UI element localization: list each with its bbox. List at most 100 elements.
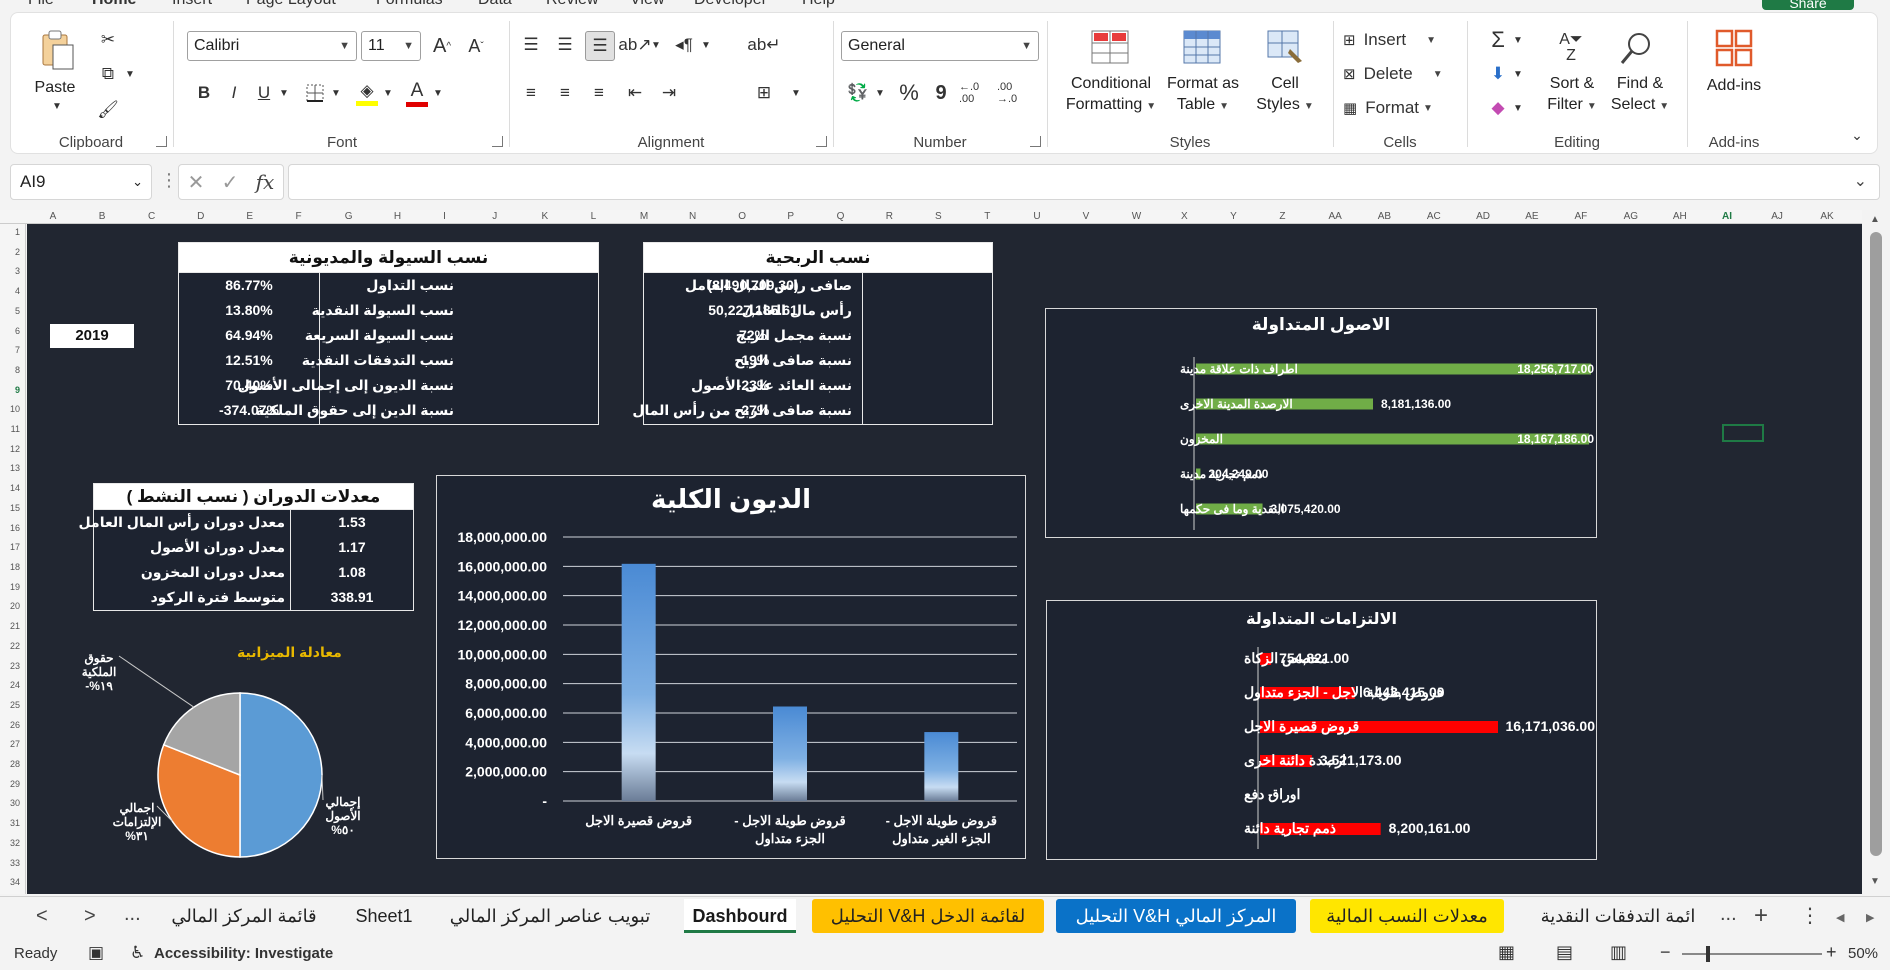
row-header[interactable]: 23 [10, 661, 20, 671]
sheet-tab[interactable]: ائمة التدفقات النقدية [1520, 899, 1716, 933]
borders-icon[interactable] [301, 79, 329, 107]
page-layout-view-icon[interactable]: ▤ [1556, 942, 1573, 963]
column-header[interactable]: Z [1279, 211, 1285, 222]
column-header[interactable]: K [541, 211, 548, 222]
zoom-slider-thumb[interactable] [1706, 946, 1710, 962]
scrollbar-thumb[interactable] [1870, 232, 1882, 856]
merge-center-icon[interactable]: ⊞ [749, 79, 779, 107]
row-header[interactable]: 8 [15, 365, 20, 375]
decrease-font-icon[interactable]: Aˇ [461, 33, 491, 59]
find-select-button[interactable]: Find & Select ▼ [1605, 73, 1675, 117]
conditional-formatting-button[interactable]: Conditional Formatting ▼ [1061, 73, 1161, 117]
column-header[interactable]: C [148, 211, 155, 222]
column-header[interactable]: I [443, 211, 446, 222]
accessibility-icon[interactable]: ♿ [130, 943, 145, 963]
column-header[interactable]: V [1083, 211, 1090, 222]
total-debt-chart[interactable]: الديون الكلية -2,000,000.00 4,000,000.00 6… [436, 475, 1026, 859]
bar[interactable] [773, 706, 807, 801]
column-header[interactable]: O [738, 211, 746, 222]
font-launcher-icon[interactable] [492, 136, 503, 147]
sheet-tab[interactable]: Sheet1 [344, 899, 424, 933]
row-header[interactable]: 17 [10, 542, 20, 552]
macro-recording-icon[interactable]: ▣ [88, 943, 104, 963]
zoom-slider[interactable] [1682, 953, 1822, 955]
decrease-indent-icon[interactable]: ⇤ [621, 79, 649, 107]
borders-dropdown-icon[interactable]: ▼ [329, 83, 343, 103]
row-header[interactable]: 9 [15, 385, 20, 395]
column-header[interactable]: AJ [1771, 211, 1783, 222]
align-right-icon[interactable]: ≡ [585, 79, 613, 107]
row-header[interactable]: 22 [10, 641, 20, 651]
menu-page-layout[interactable]: Page Layout [246, 0, 336, 9]
fill-color-icon[interactable]: ◈ [353, 77, 381, 109]
current-assets-chart[interactable]: الاصول المتداولة اطراف ذات علاقة مدينة 18… [1045, 308, 1597, 538]
hscroll-left-icon[interactable]: ◀ [1836, 911, 1844, 924]
fill-icon[interactable]: ⬇ [1485, 61, 1511, 87]
vertical-scrollbar[interactable]: ▲ ▼ [1862, 210, 1890, 894]
row-header[interactable]: 24 [10, 680, 20, 690]
italic-button[interactable]: I [221, 79, 247, 107]
autosum-icon[interactable]: Σ [1485, 27, 1511, 53]
insert-cells-button[interactable]: ⊞ Insert ▼ [1343, 27, 1455, 53]
column-header[interactable]: L [591, 211, 597, 222]
row-header[interactable]: 2 [15, 247, 20, 257]
underline-dropdown-icon[interactable]: ▼ [277, 83, 291, 103]
sheet-tab[interactable]: لقائمة الدخل V&H التحليل [812, 899, 1044, 933]
bar[interactable] [924, 732, 959, 801]
currency-dropdown-icon[interactable]: ▼ [873, 85, 887, 101]
menu-insert[interactable]: Insert [172, 0, 212, 9]
column-header[interactable]: E [246, 211, 253, 222]
row-header[interactable]: 6 [15, 326, 20, 336]
number-launcher-icon[interactable] [1030, 136, 1041, 147]
sort-filter-icon[interactable]: A⏷ Z [1549, 27, 1593, 69]
column-header[interactable]: T [984, 211, 990, 222]
column-header[interactable]: AI [1722, 211, 1732, 222]
fill-dropdown-icon[interactable]: ▼ [1511, 67, 1525, 81]
column-header[interactable]: AD [1476, 211, 1490, 222]
number-format-select[interactable]: General ▼ [841, 31, 1039, 61]
column-header[interactable]: A [50, 211, 57, 222]
column-header[interactable]: U [1033, 211, 1040, 222]
align-left-icon[interactable]: ≡ [517, 79, 545, 107]
paste-label[interactable]: Paste [25, 77, 85, 98]
clear-icon[interactable]: ◆ [1485, 95, 1511, 121]
orientation-icon[interactable]: ab↗ [618, 31, 651, 59]
align-center-icon[interactable]: ≡ [551, 79, 579, 107]
row-header[interactable]: 11 [11, 424, 20, 434]
underline-button[interactable]: U [251, 79, 277, 107]
copy-dropdown-icon[interactable]: ▼ [123, 67, 137, 81]
find-select-icon[interactable] [1615, 27, 1659, 69]
dashboard-sheet[interactable]: نسب السيولة والمديونية 86.77% نسب التداول… [27, 224, 1862, 894]
menu-help[interactable]: Help [802, 0, 835, 9]
bold-button[interactable]: B [191, 79, 217, 107]
more-sheets-right-button[interactable]: ... [1720, 897, 1737, 931]
zoom-in-button[interactable]: + [1826, 942, 1837, 963]
alignment-launcher-icon[interactable] [816, 136, 827, 147]
page-break-view-icon[interactable]: ▥ [1610, 942, 1627, 963]
merge-dropdown-icon[interactable]: ▼ [789, 85, 803, 101]
column-header[interactable]: D [197, 211, 204, 222]
more-sheets-left-button[interactable]: ... [124, 897, 141, 931]
balance-equation-chart[interactable]: معادلة الميزانية إجمالي الأصول %٥٠ اجمالي ال… [37, 644, 397, 894]
row-header[interactable]: 12 [10, 444, 20, 454]
row-header[interactable]: 13 [10, 463, 20, 473]
sheet-tab[interactable]: قائمة المركز المالي [164, 899, 324, 933]
zoom-out-button[interactable]: − [1660, 942, 1671, 963]
column-header[interactable]: X [1181, 211, 1188, 222]
column-header[interactable]: W [1132, 211, 1141, 222]
row-header[interactable]: 21 [10, 621, 20, 631]
wrap-text-icon[interactable]: ab↵ [747, 31, 780, 59]
enter-icon[interactable]: ✓ [222, 170, 239, 195]
sheet-tab[interactable]: معدلات النسب المالية [1310, 899, 1504, 933]
row-header[interactable]: 27 [10, 739, 20, 749]
font-name-select[interactable]: Calibri ▼ [187, 31, 357, 61]
column-header[interactable]: M [640, 211, 648, 222]
column-header[interactable]: F [296, 211, 302, 222]
delete-cells-button[interactable]: ⊠ Delete ▼ [1343, 61, 1455, 87]
zoom-level[interactable]: 50% [1848, 945, 1878, 962]
row-header[interactable]: 26 [10, 720, 20, 730]
decrease-decimal-button[interactable]: .00 →.0 [997, 77, 1031, 109]
row-header[interactable]: 25 [10, 700, 20, 710]
row-header[interactable]: 15 [10, 503, 20, 513]
scroll-up-icon[interactable]: ▲ [1870, 214, 1880, 225]
